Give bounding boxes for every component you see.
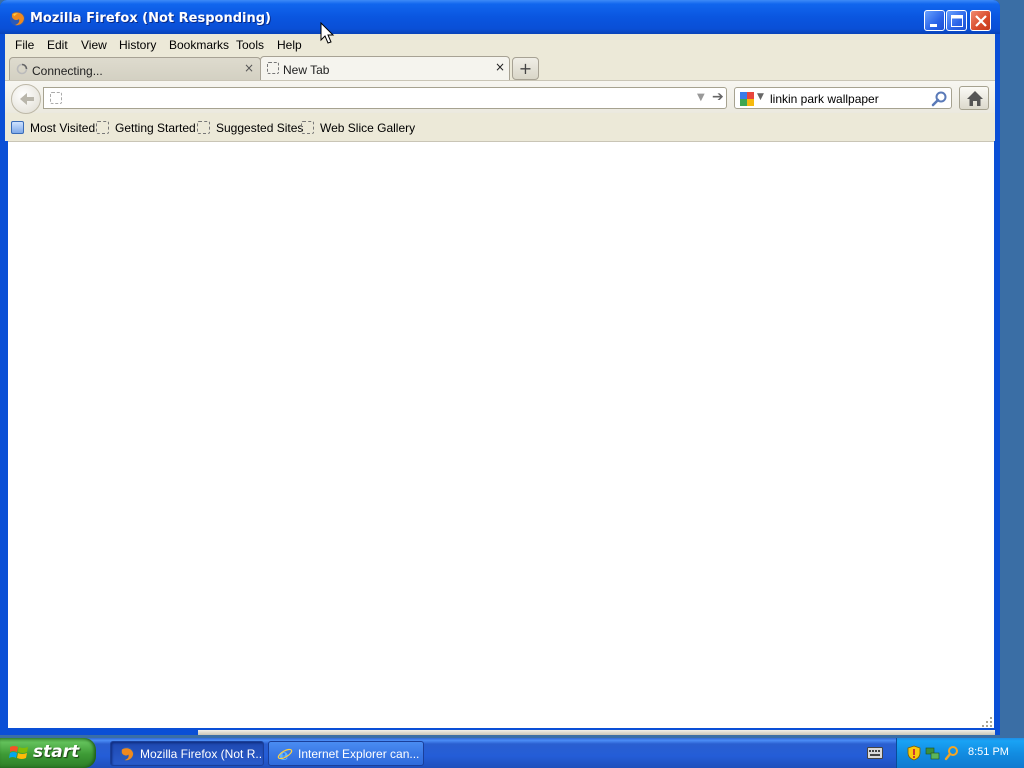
horizontal-scrollbar[interactable] — [198, 730, 995, 735]
home-button[interactable] — [959, 86, 989, 110]
title-bar[interactable]: Mozilla Firefox (Not Responding) — [0, 0, 1000, 34]
menu-bar: File Edit View History Bookmarks Tools H… — [5, 34, 995, 56]
page-icon — [96, 121, 109, 134]
clock[interactable]: 8:51 PM — [968, 746, 1009, 758]
system-tray: 8:51 PM — [896, 738, 1024, 768]
menu-bookmarks-label: Bookmarks — [169, 38, 230, 52]
close-button[interactable] — [970, 10, 991, 31]
url-dropdown-icon[interactable]: ▼ — [697, 92, 705, 103]
tab-strip: Connecting... × New Tab × + — [5, 56, 995, 81]
taskbar-item-label: Internet Explorer can... — [298, 747, 420, 761]
menu-tools-label: Tools — [236, 38, 265, 52]
search-bar[interactable]: ▼ — [734, 87, 952, 109]
menu-help-label: Help — [277, 38, 302, 52]
bookmark-label: Most Visited — [30, 121, 96, 135]
menu-edit[interactable]: Edit — [47, 38, 68, 52]
search-icon[interactable] — [931, 90, 949, 108]
menu-file-label: File — [15, 38, 35, 52]
menu-file[interactable]: File — [15, 38, 34, 52]
url-input[interactable] — [72, 91, 672, 106]
menu-view[interactable]: View — [81, 38, 107, 52]
most-visited-icon — [11, 121, 24, 134]
window-border — [995, 34, 1000, 735]
bookmark-label: Getting Started — [115, 121, 196, 135]
menu-edit-label: Edit — [47, 38, 68, 52]
page-icon — [197, 121, 210, 134]
bookmark-getting-started[interactable]: Getting Started — [96, 121, 196, 137]
security-shield-icon[interactable] — [906, 745, 922, 761]
bookmark-label: Web Slice Gallery — [320, 121, 416, 135]
home-icon — [967, 91, 983, 106]
new-tab-button[interactable]: + — [512, 57, 539, 80]
tab-label: New Tab — [283, 63, 330, 77]
taskbar-item-firefox[interactable]: Mozilla Firefox (Not R... — [110, 741, 264, 766]
url-bar[interactable]: ▼ ➔ — [43, 87, 727, 109]
firefox-window: Mozilla Firefox (Not Responding) File Ed… — [0, 0, 1000, 735]
back-button[interactable] — [11, 84, 41, 114]
page-icon — [50, 92, 62, 104]
bookmarks-toolbar: Most Visited Getting Started Suggested S… — [5, 113, 995, 141]
windows-logo-icon — [9, 746, 28, 759]
menu-history[interactable]: History — [119, 38, 156, 52]
search-input[interactable] — [770, 91, 925, 106]
tab-close-button[interactable]: × — [495, 60, 505, 74]
tab-close-button[interactable]: × — [244, 61, 254, 75]
maximize-button[interactable] — [946, 10, 967, 31]
menu-history-label: History — [119, 38, 157, 52]
internet-explorer-icon: e — [277, 746, 293, 762]
maximize-icon — [951, 15, 963, 27]
firefox-icon — [10, 11, 25, 26]
taskbar: start Mozilla Firefox (Not R... e Intern… — [0, 738, 1024, 768]
bookmark-web-slice-gallery[interactable]: Web Slice Gallery — [301, 121, 415, 137]
menu-view-label: View — [81, 38, 107, 52]
resize-grip-icon[interactable] — [980, 715, 994, 729]
window-title: Mozilla Firefox (Not Responding) — [30, 11, 271, 26]
search-engine-dropdown-icon[interactable]: ▼ — [757, 92, 764, 102]
tab-connecting[interactable]: Connecting... × — [9, 57, 261, 81]
start-button[interactable]: start — [0, 738, 96, 768]
loading-spinner-icon — [16, 63, 28, 75]
close-icon — [975, 15, 987, 27]
menu-help[interactable]: Help — [277, 38, 302, 52]
taskbar-item-label: Mozilla Firefox (Not R... — [140, 747, 264, 761]
back-arrow-icon — [20, 93, 34, 105]
network-icon[interactable] — [925, 745, 941, 761]
google-icon[interactable] — [739, 91, 755, 107]
navigation-toolbar: ▼ ➔ ▼ — [5, 80, 995, 114]
start-label: start — [33, 742, 80, 762]
bookmark-most-visited[interactable]: Most Visited — [11, 121, 95, 137]
bookmark-label: Suggested Sites — [216, 121, 304, 135]
page-icon — [267, 62, 279, 74]
tab-new-tab[interactable]: New Tab × — [260, 56, 510, 81]
bookmark-suggested-sites[interactable]: Suggested Sites — [197, 121, 303, 137]
minimize-icon — [930, 24, 937, 27]
page-icon — [301, 121, 314, 134]
taskbar-item-internet-explorer[interactable]: e Internet Explorer can... — [268, 741, 424, 766]
browser-chrome: File Edit View History Bookmarks Tools H… — [5, 34, 995, 141]
menu-bookmarks[interactable]: Bookmarks — [169, 38, 229, 52]
minimize-button[interactable] — [924, 10, 945, 31]
go-arrow-icon[interactable]: ➔ — [712, 89, 724, 105]
search-icon[interactable] — [944, 745, 960, 761]
firefox-icon — [119, 746, 135, 762]
menu-tools[interactable]: Tools — [236, 38, 264, 52]
page-content-area[interactable] — [8, 141, 994, 728]
keyboard-icon[interactable] — [867, 747, 883, 759]
mouse-cursor-icon — [320, 22, 335, 44]
tab-label: Connecting... — [32, 64, 103, 78]
